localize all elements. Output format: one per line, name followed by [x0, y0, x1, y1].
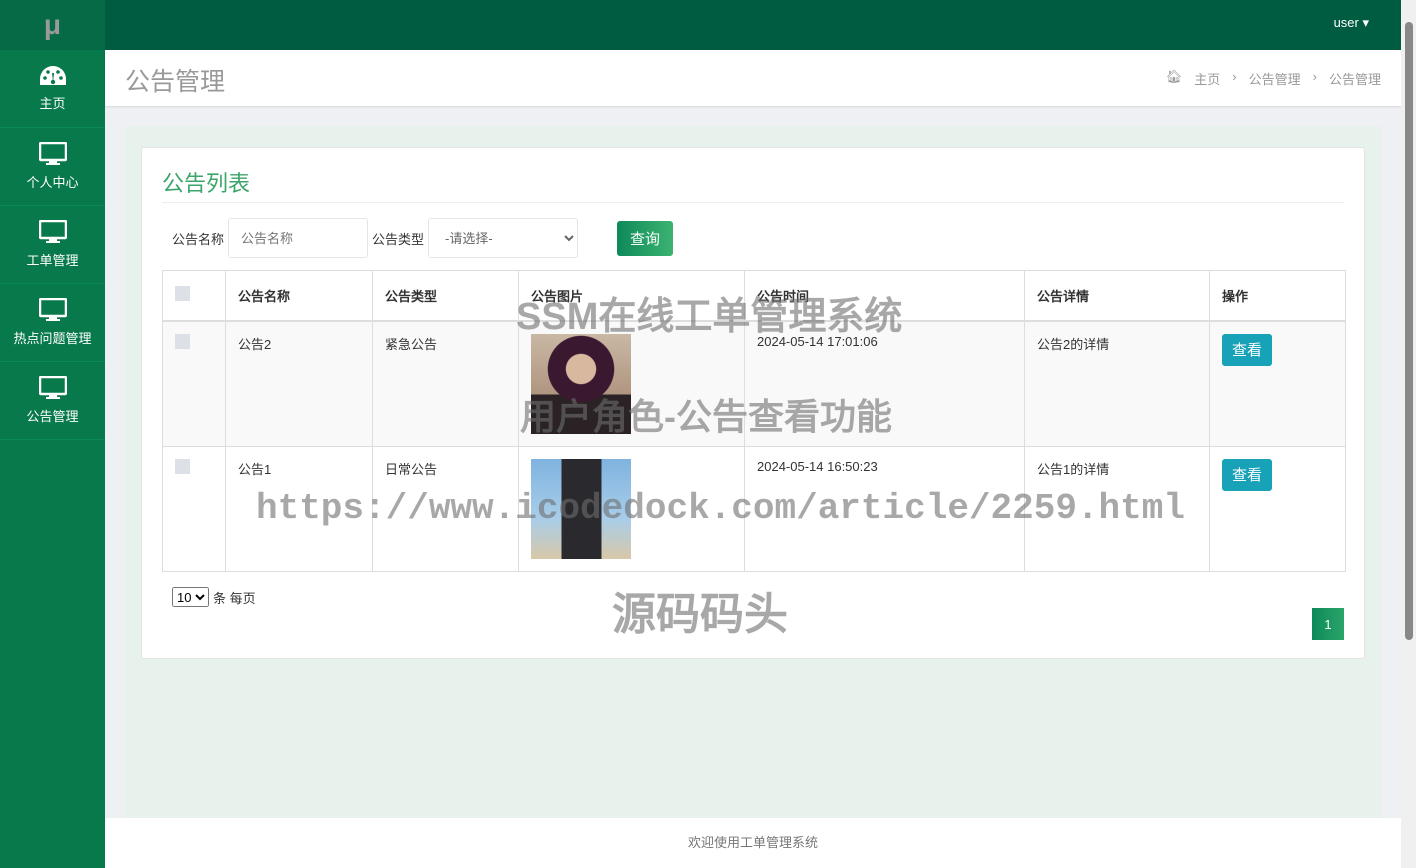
sidebar-item-hot-issues[interactable]: 热点问题管理 — [0, 284, 105, 362]
search-button[interactable]: 查询 — [617, 220, 674, 256]
announcement-list-card: 公告列表 公告名称 公告类型 -请选择- 查询 公告名称 公告类型 公告图片 公… — [141, 147, 1365, 659]
pagination-page-1[interactable]: 1 — [1312, 608, 1344, 640]
select-all-checkbox[interactable] — [175, 286, 190, 302]
chevron-right-icon: › — [1312, 69, 1317, 84]
announcement-image — [531, 333, 631, 434]
name-input[interactable] — [228, 218, 369, 258]
announcement-table: 公告名称 公告类型 公告图片 公告时间 公告详情 操作 公告2 紧急公告 202… — [162, 270, 1346, 572]
col-action: 操作 — [1209, 270, 1346, 322]
sidebar-item-home[interactable]: 主页 — [0, 50, 105, 128]
breadcrumb-current: 公告管理 — [1328, 72, 1381, 87]
chevron-right-icon: › — [1232, 69, 1237, 84]
monitor-icon — [38, 298, 67, 321]
sidebar-item-label: 热点问题管理 — [13, 331, 92, 346]
row-checkbox[interactable] — [175, 458, 190, 474]
monitor-icon — [38, 376, 67, 399]
col-name: 公告名称 — [225, 270, 373, 322]
cell-time: 2024-05-14 17:01:06 — [744, 320, 1025, 447]
sidebar-item-label: 工单管理 — [26, 253, 79, 268]
filter-bar: 公告名称 公告类型 -请选择- 查询 — [172, 218, 674, 258]
view-button[interactable]: 查看 — [1222, 458, 1272, 491]
sidebar-item-label: 主页 — [39, 96, 66, 111]
page-title: 公告管理 — [125, 68, 226, 96]
monitor-icon — [38, 142, 67, 165]
row-checkbox[interactable] — [175, 333, 190, 349]
monitor-icon — [38, 220, 67, 243]
table-header: 公告名称 公告类型 公告图片 公告时间 公告详情 操作 — [162, 270, 1346, 322]
footer: 欢迎使用工单管理系统 — [105, 818, 1401, 868]
cell-name: 公告2 — [225, 320, 373, 447]
announcement-image — [531, 458, 631, 559]
name-label: 公告名称 — [172, 231, 225, 247]
content-area: 公告列表 公告名称 公告类型 -请选择- 查询 公告名称 公告类型 公告图片 公… — [125, 126, 1381, 818]
page-size-suffix: 条 每页 — [213, 590, 256, 606]
home-icon: 🏠︎ — [1165, 69, 1183, 84]
scrollbar[interactable] — [1401, 0, 1416, 868]
cell-type: 紧急公告 — [372, 320, 519, 447]
type-select[interactable]: -请选择- — [428, 218, 579, 258]
breadcrumb-home[interactable]: 主页 — [1194, 69, 1220, 88]
topbar: user ▾ — [105, 0, 1401, 50]
col-detail: 公告详情 — [1024, 270, 1210, 322]
sidebar-item-label: 公告管理 — [26, 409, 79, 424]
sidebar-item-profile[interactable]: 个人中心 — [0, 128, 105, 206]
breadcrumb: 🏠︎ 主页 › 公告管理 › 公告管理 — [1166, 69, 1381, 88]
divider — [162, 202, 1344, 203]
sidebar-item-label: 个人中心 — [26, 175, 79, 190]
view-button[interactable]: 查看 — [1222, 333, 1272, 366]
col-image: 公告图片 — [518, 270, 745, 322]
cell-name: 公告1 — [225, 445, 373, 572]
table-row: 公告1 日常公告 2024-05-14 16:50:23 公告1的详情 查看 — [162, 445, 1346, 572]
cell-detail: 公告2的详情 — [1024, 320, 1210, 447]
user-menu[interactable]: user ▾ — [1334, 15, 1369, 31]
sidebar-item-announcements[interactable]: 公告管理 — [0, 362, 105, 440]
logo: μ — [0, 0, 105, 50]
sidebar: μ 主页 个人中心 工单管理 热点问题管理 公告管理 — [0, 0, 105, 868]
cell-detail: 公告1的详情 — [1024, 445, 1210, 572]
sidebar-item-tickets[interactable]: 工单管理 — [0, 206, 105, 284]
card-title: 公告列表 — [162, 171, 251, 196]
cell-time: 2024-05-14 16:50:23 — [744, 445, 1025, 572]
page-header: 公告管理 🏠︎ 主页 › 公告管理 › 公告管理 — [105, 50, 1401, 106]
type-label: 公告类型 — [372, 231, 425, 247]
table-row: 公告2 紧急公告 2024-05-14 17:01:06 公告2的详情 查看 — [162, 320, 1346, 447]
cell-type: 日常公告 — [372, 445, 519, 572]
page-size-select[interactable]: 10 — [172, 587, 209, 607]
page-size-control: 10 条 每页 — [172, 587, 256, 607]
dashboard-icon — [39, 66, 66, 85]
scrollbar-thumb[interactable] — [1405, 22, 1413, 640]
breadcrumb-item[interactable]: 公告管理 — [1249, 69, 1301, 88]
col-time: 公告时间 — [744, 270, 1025, 322]
col-type: 公告类型 — [372, 270, 519, 322]
